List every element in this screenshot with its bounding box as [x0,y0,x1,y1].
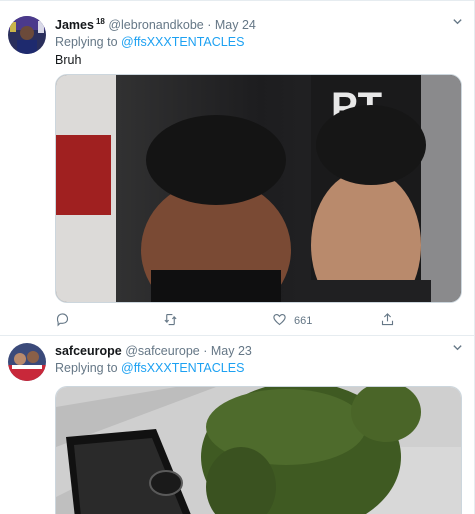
tweet-actions: 661 [55,312,395,330]
tweet-header: safceurope @safceurope · May 23 [55,342,463,360]
tweet-image[interactable]: PT [55,74,462,303]
separator: · [203,344,208,358]
chevron-down-icon[interactable] [452,342,463,360]
reply-icon [55,312,70,330]
replying-to: Replying to @ffsXXXTENTACLES [55,35,245,49]
tweet-image[interactable] [55,386,462,514]
share-button[interactable] [380,312,395,330]
reply-button[interactable] [55,312,70,330]
tweet-date[interactable]: May 24 [215,18,256,32]
tweet-date[interactable]: May 23 [211,344,252,358]
tweet[interactable]: safceurope @safceurope · May 23 Replying… [0,336,474,514]
user-handle[interactable]: @lebronandkobe [108,18,203,32]
replying-to-link[interactable]: @ffsXXXTENTACLES [121,35,244,49]
retweet-button[interactable] [163,312,178,330]
tweet-feed: James 18 @lebronandkobe · May 24 Replying… [0,0,475,514]
tweet[interactable]: James 18 @lebronandkobe · May 24 Replying… [0,0,474,336]
chevron-down-icon[interactable] [452,16,463,34]
user-handle[interactable]: @safceurope [125,344,200,358]
tweet-text: Bruh [55,53,82,67]
tweet-header: James 18 @lebronandkobe · May 24 [55,16,463,34]
heart-icon [272,312,287,330]
replying-to-link[interactable]: @ffsXXXTENTACLES [121,361,244,375]
like-button[interactable]: 661 [272,312,312,330]
retweet-icon [163,312,178,330]
replying-to: Replying to @ffsXXXTENTACLES [55,361,245,375]
share-icon [380,312,395,330]
separator: · [207,18,212,32]
like-count: 661 [294,315,313,327]
avatar[interactable] [8,343,46,381]
display-name[interactable]: James 18 [55,16,105,32]
avatar[interactable] [8,16,46,54]
superscript-number: 18 [95,16,105,26]
display-name[interactable]: safceurope [55,344,122,358]
